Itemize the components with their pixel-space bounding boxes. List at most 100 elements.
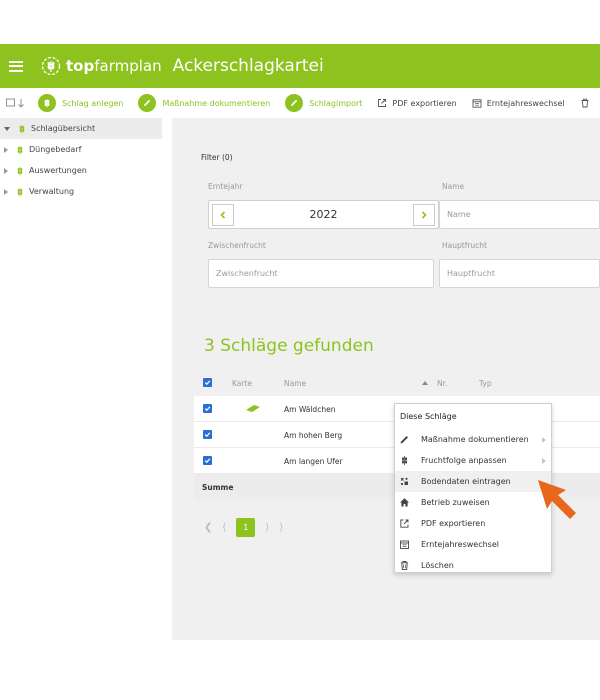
export-icon <box>400 519 409 528</box>
first-page-icon[interactable]: ❮ <box>204 522 212 533</box>
sidebar-item-verwaltung[interactable]: Verwaltung <box>0 181 162 202</box>
toolbar-label: Maßnahme dokumentieren <box>162 98 271 108</box>
next-year-button[interactable] <box>413 203 435 226</box>
wheat-icon <box>17 187 23 196</box>
select-all-checkbox[interactable] <box>203 378 212 387</box>
add-field-button[interactable]: Schlag anlegen <box>38 94 123 112</box>
toolbar-label: Erntejahreswechsel <box>486 98 565 108</box>
context-menu-title: Diese Schläge <box>400 412 457 421</box>
document-measure-button[interactable]: Maßnahme dokumentieren <box>138 94 270 112</box>
menu-item-adjust-crop-rotation[interactable]: Fruchtfolge anpassen <box>395 450 551 471</box>
prev-year-button[interactable] <box>212 203 234 226</box>
field-map-thumbnail <box>246 396 260 422</box>
harvest-year-selector: 2022 <box>208 200 439 229</box>
sidebar-item-label: Schlagübersicht <box>31 124 96 133</box>
row-checkbox[interactable] <box>203 404 212 413</box>
check-icon <box>204 406 211 412</box>
toolbar-label: Schlagimport <box>309 98 363 108</box>
chevron-right-icon <box>421 210 427 219</box>
column-header-type[interactable]: Typ <box>479 370 492 396</box>
pencil-icon <box>400 436 408 444</box>
field-name: Am hohen Berg <box>284 430 343 440</box>
menu-item-document-measure[interactable]: Maßnahme dokumentieren <box>395 429 551 450</box>
calendar-icon <box>472 99 482 108</box>
menu-item-label: Fruchtfolge anpassen <box>421 456 507 465</box>
results-count-heading: 3 Schläge gefunden <box>204 336 374 356</box>
collapse-arrow-icon <box>4 167 8 174</box>
pagination: ❮ ⟨ 1 ⟩ ⟩ <box>204 517 283 537</box>
collapse-arrow-icon <box>4 188 8 195</box>
field-import-button[interactable]: Schlagimport <box>285 94 362 112</box>
menu-item-label: Erntejahreswechsel <box>421 540 499 549</box>
pencil-icon <box>285 94 304 112</box>
wheat-icon <box>17 145 23 154</box>
filter-title[interactable]: Filter (0) <box>201 153 233 162</box>
prev-page-icon[interactable]: ⟨ <box>222 522 226 533</box>
menu-item-label: Bodendaten eintragen <box>421 477 511 486</box>
brand: top farmplan <box>41 56 162 76</box>
submenu-arrow-icon <box>542 458 546 464</box>
menu-item-label: Maßnahme dokumentieren <box>421 435 529 444</box>
sidebar-item-duengebedarf[interactable]: Düngebedarf <box>0 139 162 160</box>
menu-item-label: Löschen <box>421 561 454 570</box>
expand-arrow-icon <box>4 126 10 131</box>
current-page-button[interactable]: 1 <box>236 517 256 537</box>
harvest-year-value: 2022 <box>309 208 338 221</box>
wheat-icon <box>38 94 56 112</box>
wheat-icon <box>19 124 25 133</box>
calendar-icon <box>400 540 409 549</box>
harvest-year-change-button[interactable]: Erntejahreswechsel <box>472 98 565 108</box>
column-header-number[interactable]: Nr. <box>437 370 447 396</box>
column-header-name[interactable]: Name <box>284 370 306 396</box>
menu-item-delete[interactable]: Löschen <box>395 555 551 576</box>
main-crop-input[interactable]: Hauptfrucht <box>439 259 600 288</box>
check-icon <box>204 458 211 464</box>
sidebar-item-auswertungen[interactable]: Auswertungen <box>0 160 162 181</box>
row-checkbox[interactable] <box>203 456 212 465</box>
toolbar: Schlag anlegen Maßnahme dokumentieren Sc… <box>0 88 600 118</box>
row-checkbox[interactable] <box>203 430 212 439</box>
menu-item-export-pdf[interactable]: PDF exportieren <box>395 513 551 534</box>
check-icon <box>204 432 211 438</box>
catch-crop-input[interactable]: Zwischenfrucht <box>208 259 434 288</box>
sidebar: Schlagübersicht Düngebedarf Auswertungen… <box>0 118 162 640</box>
home-icon <box>400 498 409 507</box>
trash-icon <box>400 561 409 571</box>
wheat-icon <box>17 166 23 175</box>
menu-item-enter-soil-data[interactable]: Bodendaten eintragen <box>395 471 551 492</box>
pointer-arrow-icon <box>538 480 576 519</box>
table-header-row: Karte Name Nr. Typ <box>194 370 600 396</box>
pdf-export-button[interactable]: PDF exportieren <box>377 98 457 108</box>
column-header-map[interactable]: Karte <box>232 370 252 396</box>
menu-item-assign-farm[interactable]: Betrieb zuweisen <box>395 492 551 513</box>
field-shape-icon <box>246 405 260 412</box>
main-crop-label: Hauptfrucht <box>442 241 487 250</box>
sidebar-item-schlaguebersicht[interactable]: Schlagübersicht <box>0 118 162 139</box>
toggle-view-button[interactable] <box>6 98 28 108</box>
menu-item-harvest-year-change[interactable]: Erntejahreswechsel <box>395 534 551 555</box>
toolbar-label: Schlag anlegen <box>62 98 124 108</box>
toolbar-label: PDF exportieren <box>392 98 457 108</box>
app-header: top farmplan Ackerschlagkartei <box>0 44 600 88</box>
name-input[interactable]: Name <box>439 200 600 229</box>
harvest-year-label: Erntejahr <box>208 182 243 191</box>
pencil-icon <box>138 94 157 112</box>
soil-icon <box>400 477 408 486</box>
export-icon <box>378 99 387 107</box>
brand-name-bold: top <box>66 57 95 75</box>
last-page-icon[interactable]: ⟩ <box>279 522 283 533</box>
brand-name-regular: farmplan <box>94 57 162 75</box>
sidebar-item-label: Auswertungen <box>29 166 87 175</box>
field-name: Am langen Ufer <box>284 456 343 466</box>
collapse-icon <box>6 98 24 108</box>
check-icon <box>204 380 211 386</box>
next-page-icon[interactable]: ⟩ <box>265 522 269 533</box>
wheat-logo-icon <box>41 56 61 76</box>
field-name: Am Wäldchen <box>284 404 336 414</box>
app-title: Ackerschlagkartei <box>172 56 324 76</box>
delete-button[interactable] <box>580 98 595 108</box>
sort-asc-icon[interactable] <box>422 370 428 396</box>
menu-icon[interactable] <box>9 60 23 72</box>
menu-item-label: Betrieb zuweisen <box>421 498 490 507</box>
sidebar-item-label: Verwaltung <box>29 187 75 196</box>
